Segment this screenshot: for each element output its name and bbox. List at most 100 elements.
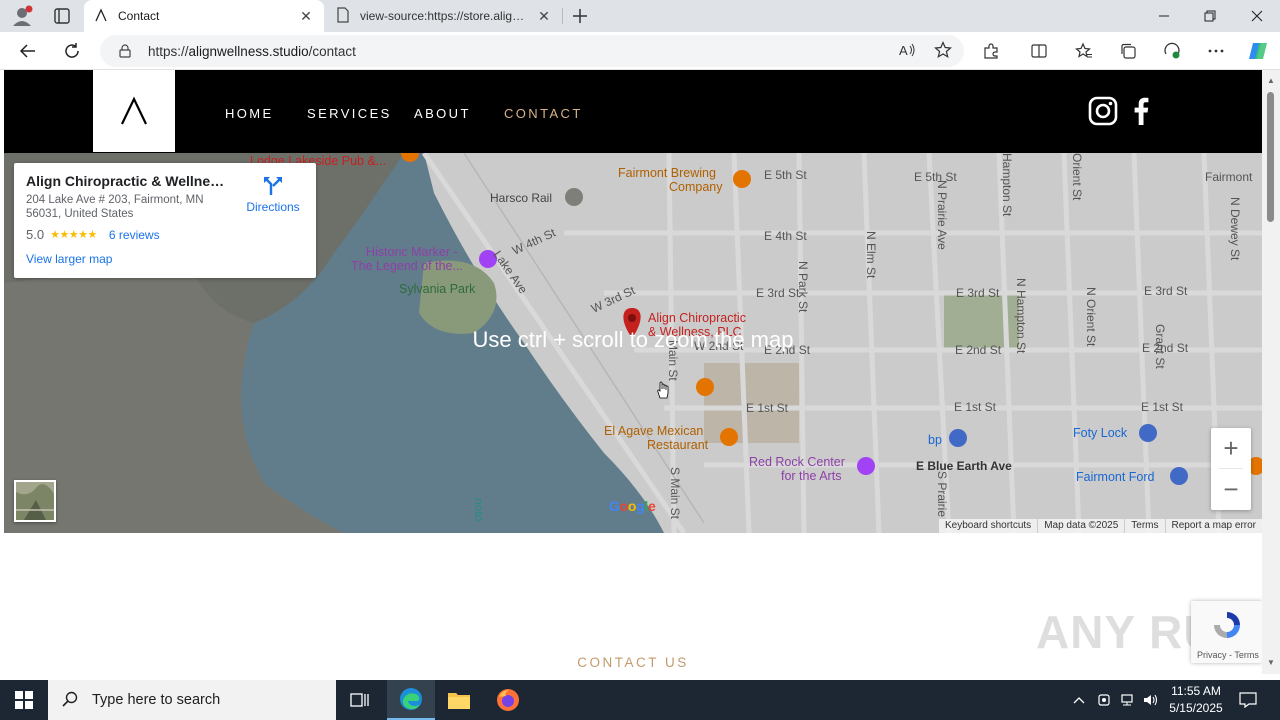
page-viewport: HOME SERVICES ABOUT CONTACT Lodge Lakesi…: [4, 70, 1262, 674]
windows-icon: [15, 691, 33, 709]
report-error-link[interactable]: Report a map error: [1164, 519, 1262, 533]
hand-cursor-icon: [655, 381, 671, 402]
tab-view-source[interactable]: view-source:https://store.alignfr ✕: [326, 0, 562, 32]
volume-icon[interactable]: [1140, 680, 1162, 720]
map-label: E 4th St: [764, 229, 807, 243]
map-label: E 3rd St: [1144, 284, 1188, 298]
map-zoom-hint: Use ctrl + scroll to zoom the map: [472, 327, 794, 352]
task-view-button[interactable]: [336, 680, 384, 720]
tab-title: view-source:https://store.alignfr: [360, 9, 526, 23]
close-tab-icon[interactable]: ✕: [536, 8, 552, 25]
recaptcha-badge[interactable]: Privacy - Terms: [1191, 601, 1262, 663]
tab-contact[interactable]: Contact ✕: [84, 0, 324, 32]
tab-title: Contact: [118, 9, 160, 23]
place-rating: 5.0 ★★★★★ 6 reviews: [26, 227, 304, 242]
map-label: N Prairie Ave: [935, 180, 949, 250]
nav-home[interactable]: HOME: [225, 106, 274, 121]
map-label: Align Chiropractic: [648, 311, 746, 325]
split-screen-icon[interactable]: [1025, 37, 1053, 65]
zoom-out-button[interactable]: −: [1211, 469, 1251, 509]
view-larger-map-link[interactable]: View larger map: [26, 252, 304, 266]
map-label: E Blue Earth Ave: [916, 459, 1012, 473]
page-icon: [336, 6, 350, 26]
recaptcha-icon: [1211, 609, 1243, 644]
file-explorer-button[interactable]: [435, 680, 483, 720]
back-button[interactable]: [14, 37, 42, 65]
nav-services[interactable]: SERVICES: [307, 106, 392, 121]
map-label: noto: [472, 498, 486, 522]
map-label: Foty Lock: [1073, 426, 1128, 440]
map-label: El Agave Mexican: [604, 424, 704, 438]
map-label: Sylvania Park: [399, 282, 476, 296]
tab-actions-icon[interactable]: [48, 4, 76, 28]
map-label: Fairmont Brewing: [618, 166, 716, 180]
nav-contact[interactable]: CONTACT: [504, 106, 583, 121]
rating-stars-icon: ★★★★★: [50, 229, 97, 241]
map-label: bp: [928, 433, 942, 447]
close-window-button[interactable]: [1234, 0, 1280, 32]
site-header: HOME SERVICES ABOUT CONTACT: [4, 70, 1262, 153]
browser-tab-bar: Contact ✕ view-source:https://store.alig…: [0, 0, 1280, 32]
notification-icon[interactable]: [1234, 680, 1262, 720]
zoom-in-button[interactable]: +: [1211, 428, 1251, 468]
contact-heading: CONTACT US: [577, 655, 689, 670]
keyboard-shortcuts-link[interactable]: Keyboard shortcuts: [939, 519, 1037, 533]
map-label: for the Arts: [781, 469, 842, 483]
start-button[interactable]: [0, 680, 48, 720]
favorite-star-icon[interactable]: [934, 41, 952, 62]
restore-button[interactable]: [1187, 0, 1233, 32]
more-menu-icon[interactable]: [1202, 37, 1230, 65]
close-tab-icon[interactable]: ✕: [298, 8, 314, 25]
task-view-icon: [350, 693, 369, 707]
collections-icon[interactable]: [1114, 37, 1142, 65]
firefox-button[interactable]: [484, 680, 532, 720]
directions-button[interactable]: Directions: [243, 175, 303, 214]
new-tab-button[interactable]: [568, 4, 592, 28]
edge-taskbar-button[interactable]: [387, 680, 435, 720]
clock-date: 5/15/2025: [1169, 701, 1223, 715]
place-address: 204 Lake Ave # 203, Fairmont, MN 56031, …: [26, 194, 204, 220]
tray-overflow-icon[interactable]: [1068, 680, 1090, 720]
refresh-button[interactable]: [58, 37, 86, 65]
profile-icon[interactable]: [8, 4, 36, 28]
rating-value: 5.0: [26, 227, 45, 242]
directions-label: Directions: [246, 200, 300, 214]
map-label: Hampton St: [1000, 153, 1014, 217]
firefox-icon: [497, 689, 519, 711]
reviews-link[interactable]: 6 reviews: [109, 228, 160, 242]
copilot-icon[interactable]: [1244, 37, 1272, 65]
url-bar[interactable]: https://alignwellness.studio/contact A: [100, 35, 964, 67]
google-logo[interactable]: Google: [609, 498, 656, 514]
meet-now-icon[interactable]: [1094, 680, 1114, 720]
browser-essentials-icon[interactable]: [1158, 37, 1186, 65]
scrollbar-thumb[interactable]: [1267, 92, 1274, 222]
clock-time: 11:55 AM: [1171, 684, 1221, 698]
scroll-up-icon[interactable]: ▲: [1266, 76, 1276, 86]
extensions-icon[interactable]: [977, 37, 1005, 65]
search-icon: [62, 691, 78, 710]
site-logo[interactable]: [93, 70, 175, 152]
minimize-button[interactable]: [1141, 0, 1187, 32]
scroll-down-icon[interactable]: ▼: [1266, 658, 1276, 668]
taskbar-search[interactable]: Type here to search: [48, 680, 336, 720]
taskbar-clock[interactable]: 11:55 AM 5/15/2025: [1160, 683, 1232, 717]
map-zoom-controls: + −: [1211, 428, 1251, 510]
lock-icon[interactable]: [118, 44, 132, 58]
map-label: S Main St: [668, 467, 682, 520]
map-attribution: Keyboard shortcuts Map data ©2025 Terms …: [939, 519, 1262, 533]
read-aloud-icon[interactable]: A: [898, 41, 916, 62]
satellite-toggle[interactable]: [14, 480, 56, 522]
favorites-icon[interactable]: [1070, 37, 1098, 65]
facebook-icon[interactable]: [1132, 97, 1150, 128]
terms-link[interactable]: Terms: [1124, 519, 1164, 533]
map-label: E 3rd St: [956, 286, 1000, 300]
map-label: Red Rock Center: [749, 455, 845, 469]
map-label: S Prairie: [935, 471, 949, 518]
instagram-icon[interactable]: [1088, 96, 1118, 129]
nav-about[interactable]: ABOUT: [414, 106, 471, 121]
map-data-text: Map data ©2025: [1037, 519, 1124, 533]
google-map[interactable]: Lodge Lakeside Pub &... Fairmont Brewing…: [4, 153, 1262, 533]
network-icon[interactable]: [1116, 680, 1138, 720]
page-scrollbar[interactable]: ▲ ▼: [1262, 70, 1280, 674]
directions-icon: [243, 175, 303, 200]
